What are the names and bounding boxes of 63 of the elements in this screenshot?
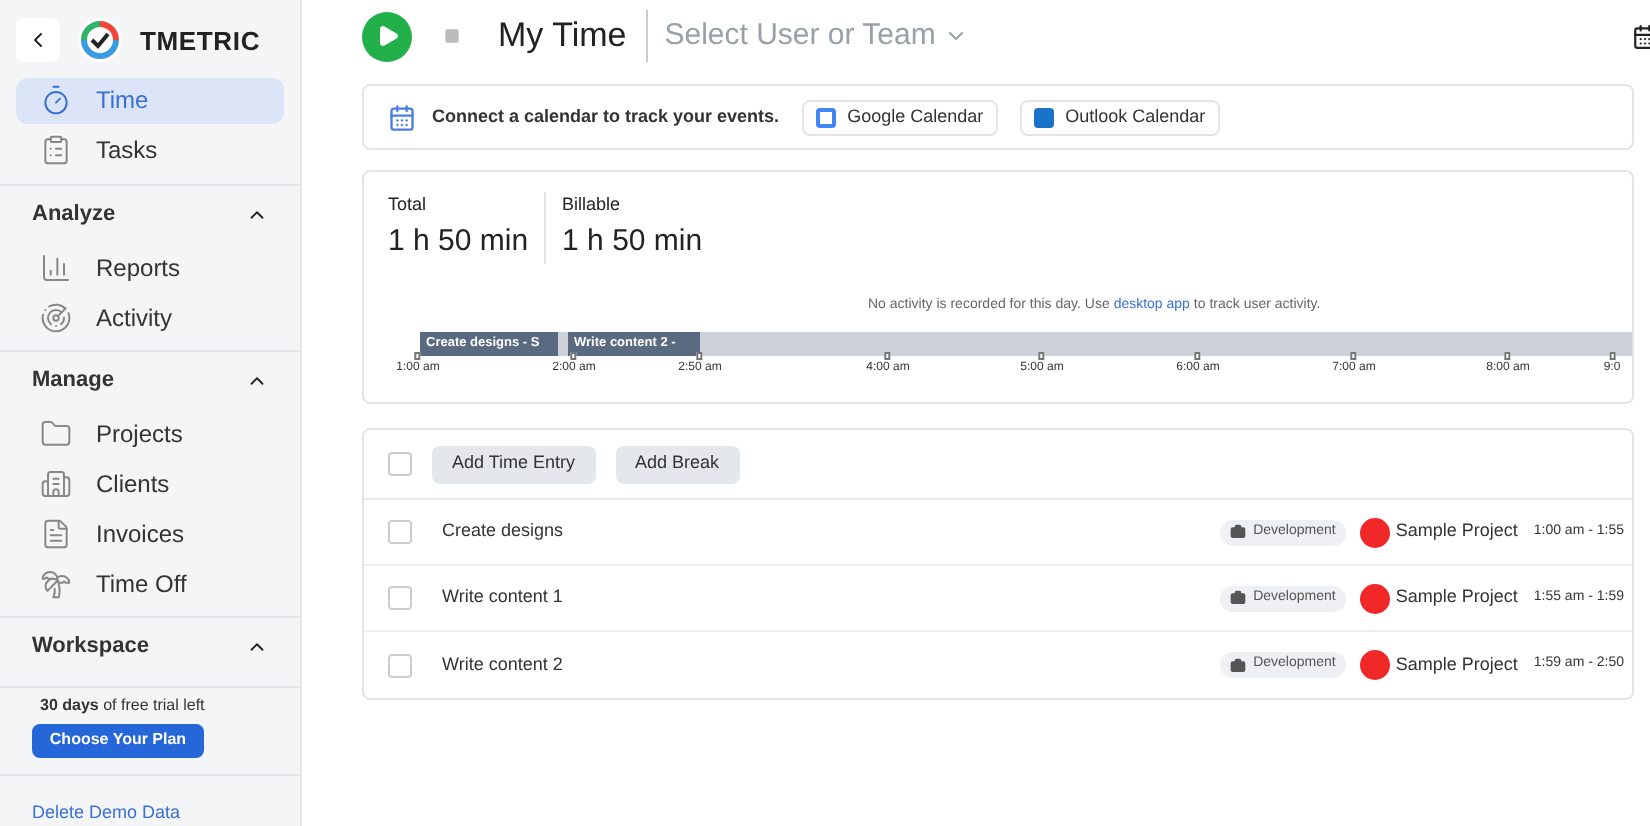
radar-icon: [40, 302, 72, 334]
nav-item[interactable]: Invoices: [16, 511, 284, 557]
nav-item[interactable]: Time: [16, 77, 284, 123]
tick-mark: [885, 352, 891, 360]
building-icon: [40, 468, 72, 500]
project-name: Sample Project: [1395, 651, 1518, 678]
document-icon: [40, 518, 72, 550]
summary-value: 1 h 50 min: [562, 221, 703, 261]
nav-item[interactable]: Time Off: [16, 561, 284, 607]
section-header[interactable]: Workspace: [0, 617, 300, 677]
nav-item[interactable]: Clients: [16, 461, 284, 507]
entry-name: Create designs: [442, 518, 564, 545]
briefcase-icon: [1229, 590, 1246, 606]
checkbox[interactable]: [388, 653, 412, 677]
entry-name: Write content 1: [442, 584, 563, 611]
calendar-button[interactable]: Google Calendar: [801, 99, 998, 135]
delete-demo-data-link[interactable]: Delete Demo Data: [0, 775, 300, 826]
summary-label: Total: [388, 192, 429, 218]
nav-item[interactable]: Reports: [16, 245, 284, 291]
briefcase-icon: [1229, 657, 1246, 673]
mail-logo-icon: [1033, 107, 1054, 127]
tick-mark: [697, 352, 703, 360]
page-title: My Time: [498, 10, 649, 62]
nav-item[interactable]: Tasks: [16, 127, 284, 173]
stop-icon: [443, 28, 459, 44]
play-icon: [375, 24, 399, 48]
folder-icon: [40, 418, 72, 450]
bar-chart-icon: [40, 252, 72, 284]
back-button[interactable]: [16, 18, 60, 63]
section-header[interactable]: Manage: [0, 351, 300, 411]
checkbox[interactable]: [388, 586, 412, 610]
briefcase-icon: [1229, 524, 1246, 540]
stopwatch-icon: [40, 84, 72, 116]
choose-plan-button[interactable]: Choose Your Plan: [32, 723, 204, 757]
calendar-logo-icon: [815, 107, 836, 127]
banner-text: Connect a calendar to track your events.: [432, 103, 780, 130]
section-header[interactable]: Analyze: [0, 185, 300, 245]
calendar-icon: [388, 103, 416, 131]
tick-mark: [571, 352, 577, 360]
calendar-button[interactable]: Outlook Calendar: [1019, 99, 1220, 135]
palm-tree-icon: [40, 568, 72, 600]
nav-item[interactable]: Projects: [16, 411, 284, 457]
tick-mark: [1609, 352, 1615, 360]
nav-item[interactable]: Activity: [16, 295, 284, 341]
project-name: Sample Project: [1395, 584, 1518, 611]
play-button[interactable]: [362, 11, 412, 61]
logo-icon: [76, 16, 124, 65]
action-button[interactable]: Add Time Entry: [432, 445, 596, 483]
tick-mark: [1039, 352, 1045, 360]
entry-name: Write content 2: [442, 651, 563, 678]
tick-mark: [415, 352, 421, 360]
trial-text: 30 days of free trial left: [38, 693, 207, 717]
project-name: Sample Project: [1395, 518, 1518, 545]
tick-mark: [1195, 352, 1201, 360]
checkbox[interactable]: [388, 452, 412, 476]
checkbox[interactable]: [388, 520, 412, 544]
tick-mark: [1505, 352, 1511, 360]
logo-text: TMETRIC: [140, 23, 261, 59]
action-button[interactable]: Add Break: [615, 445, 740, 483]
tick-mark: [1351, 352, 1357, 360]
summary-label: Billable: [562, 192, 623, 218]
summary-value: 1 h 50 min: [388, 221, 529, 261]
clipboard-icon: [40, 134, 72, 166]
